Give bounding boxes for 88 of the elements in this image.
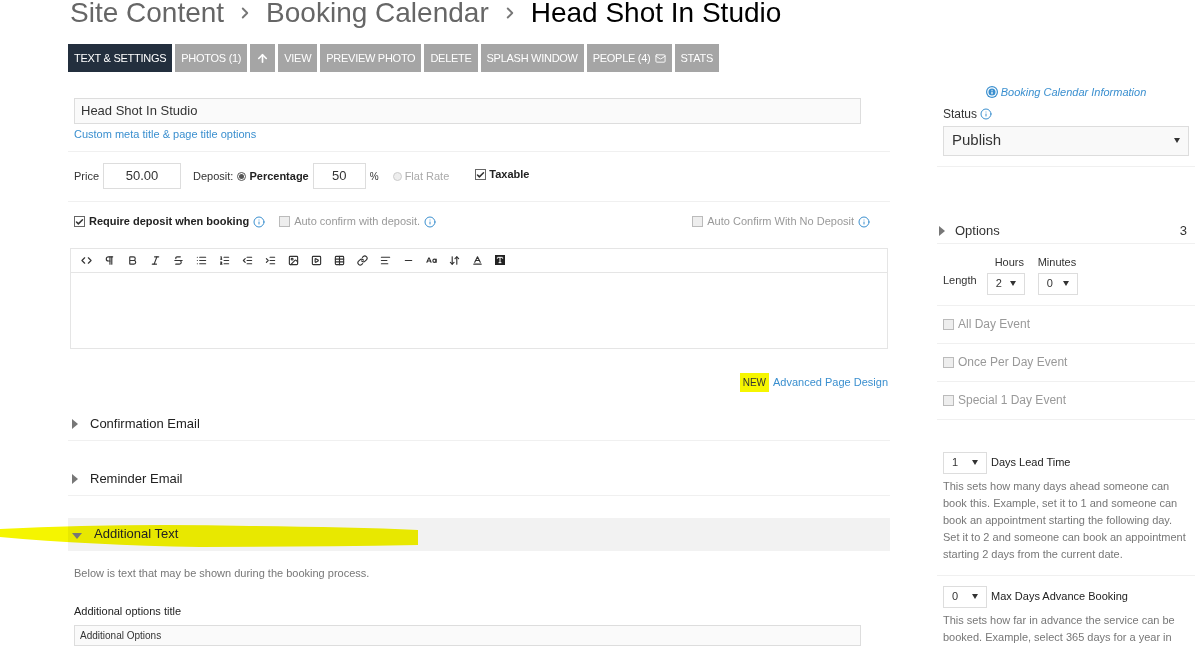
caret-icon: [72, 473, 78, 484]
setting-label: Max Days Advance Booking: [991, 589, 1128, 605]
checkbox[interactable]: [943, 394, 954, 406]
video-icon[interactable]: [311, 254, 322, 266]
line-height-icon[interactable]: [449, 254, 460, 266]
info-icon: [858, 215, 870, 228]
title-field[interactable]: Head Shot In Studio: [74, 98, 861, 124]
option-label: Require deposit when booking: [89, 214, 250, 230]
font-color-icon[interactable]: [472, 254, 483, 266]
hours-label: Hours: [994, 255, 1025, 270]
message-icon: [654, 52, 666, 64]
indent-icon[interactable]: [265, 254, 276, 266]
strikethrough-icon[interactable]: [173, 254, 184, 266]
section-header[interactable]: Reminder Email: [68, 462, 890, 496]
option-label: Auto confirm with deposit.: [294, 214, 421, 230]
event-label: All Day Event: [958, 316, 1031, 333]
align-left-icon[interactable]: [380, 254, 391, 266]
dropdown[interactable]: 1: [943, 451, 987, 474]
event-label: Special 1 Day Event: [958, 392, 1067, 409]
font-size-icon[interactable]: [426, 254, 437, 266]
section-header[interactable]: Confirmation Email: [68, 407, 890, 441]
checkbox[interactable]: [692, 216, 704, 227]
section-title: Additional Text: [94, 525, 179, 544]
advanced-page-design-link[interactable]: Advanced Page Design: [773, 373, 888, 391]
caret-icon: [72, 533, 82, 539]
outdent-icon[interactable]: [242, 254, 253, 266]
info-icon: [253, 215, 266, 228]
section-title: Confirmation Email: [90, 414, 200, 433]
info-link[interactable]: Booking Calendar Information: [1000, 84, 1147, 101]
bulleted-list-icon[interactable]: [196, 254, 207, 266]
dropdown[interactable]: 0: [1037, 272, 1078, 295]
status-label: Status: [943, 105, 978, 123]
bold-icon[interactable]: [127, 254, 138, 266]
help-text: This sets how far in advance the service can be booked. Example, select 365 days for a year in: [943, 612, 1176, 645]
status-dropdown[interactable]: Publish: [943, 125, 1189, 156]
options-count: 3: [1179, 222, 1188, 241]
image-icon[interactable]: [288, 254, 299, 266]
meta-options-link[interactable]: Custom meta title & page title options: [74, 126, 884, 143]
radio-label: Flat Rate: [404, 168, 450, 184]
length-label: Length: [943, 273, 977, 288]
help-text: This sets how many days ahead someone can book this. Example, set it to 1 and someone can book an appointment starting the following day. Set it to 2 and someone can book an appointment starting 2 days from the current date.: [943, 478, 1187, 562]
price-field[interactable]: 50.00: [103, 163, 182, 189]
dropdown[interactable]: 0: [943, 585, 987, 608]
dropdown-arrow-icon: [1009, 281, 1016, 286]
taxable-label: Taxable: [489, 167, 530, 183]
caret-icon: [939, 226, 945, 236]
dropdown-arrow-icon: [1174, 138, 1180, 143]
checkbox[interactable]: [74, 216, 85, 227]
checkbox[interactable]: [943, 318, 954, 330]
radio-label: Percentage: [249, 168, 309, 184]
section-title: Reminder Email: [90, 469, 183, 488]
dropdown-arrow-icon: [1062, 281, 1069, 286]
deposit-label: Deposit:: [193, 168, 234, 184]
event-label: Once Per Day Event: [958, 354, 1068, 371]
checkbox[interactable]: [943, 356, 954, 368]
code-icon[interactable]: [81, 254, 92, 266]
checkbox[interactable]: [475, 169, 487, 180]
deposit-field[interactable]: 50: [312, 163, 366, 189]
info-icon: [985, 86, 998, 99]
minutes-label: Minutes: [1037, 255, 1078, 270]
paragraph-icon[interactable]: [104, 254, 115, 266]
options-header[interactable]: Options 3: [937, 221, 1195, 244]
breadcrumb-item[interactable]: Site Content: [70, 0, 225, 32]
text-field[interactable]: Additional Options: [74, 624, 861, 646]
checkbox[interactable]: [279, 216, 291, 227]
price-label: Price: [74, 168, 100, 184]
breadcrumb-item[interactable]: Booking Calendar: [266, 0, 489, 32]
table-icon[interactable]: [334, 254, 345, 266]
new-badge: NEW: [739, 372, 770, 392]
italic-icon[interactable]: [150, 254, 161, 266]
info-icon: [424, 215, 437, 228]
field-label: Additional options title: [74, 604, 182, 619]
percent-sign: %: [369, 169, 379, 184]
option-label: Auto Confirm With No Deposit: [707, 214, 854, 230]
dropdown-arrow-icon: [972, 460, 978, 465]
breadcrumb-item: Head Shot In Studio: [530, 0, 782, 30]
background-color-icon[interactable]: [495, 255, 505, 265]
dropdown-arrow-icon: [972, 594, 978, 599]
numbered-list-icon[interactable]: [219, 254, 230, 266]
upload-icon: [256, 51, 270, 65]
tab[interactable]: TEXT & SETTINGS: [68, 44, 173, 72]
section-description: Below is text that may be shown during the booking process.: [74, 565, 371, 581]
section-header[interactable]: Additional Text: [68, 517, 890, 551]
setting-label: Days Lead Time: [991, 455, 1071, 471]
link-icon[interactable]: [357, 254, 368, 266]
dropdown[interactable]: 2: [986, 272, 1025, 295]
caret-icon: [72, 418, 78, 429]
info-icon: [980, 107, 993, 120]
